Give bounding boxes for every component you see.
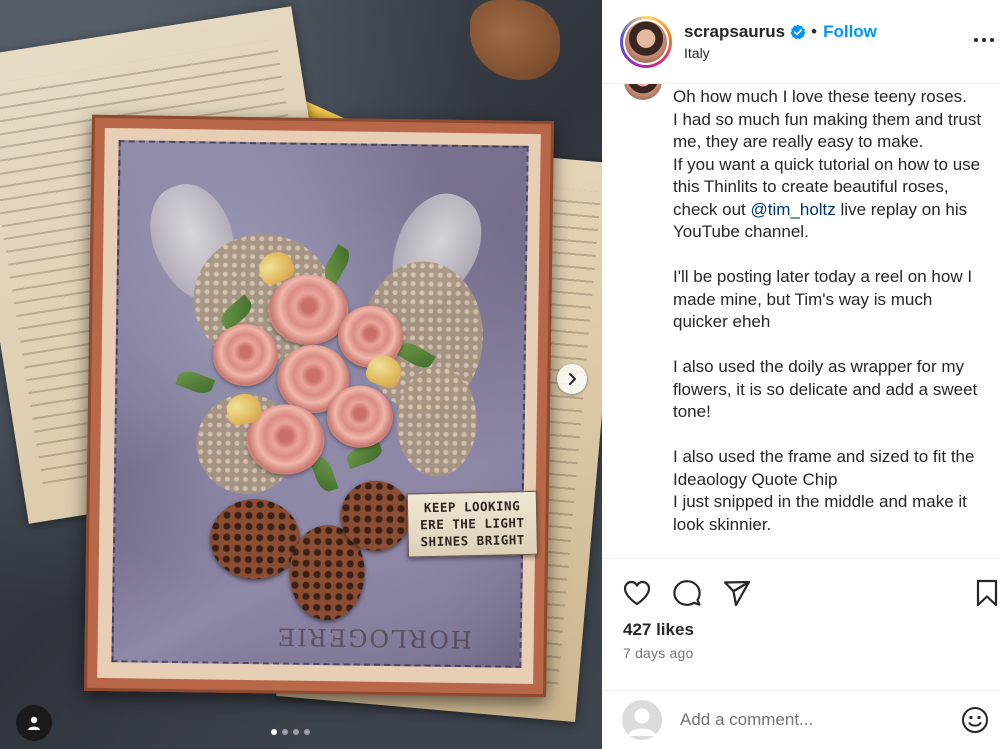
carousel-dots bbox=[271, 729, 310, 735]
post-panel: scrapsaurus • Follow Italy Oh how much I… bbox=[602, 0, 1000, 749]
post-header: scrapsaurus • Follow Italy bbox=[602, 0, 1000, 84]
figurine-prop bbox=[470, 0, 560, 80]
location-link[interactable]: Italy bbox=[684, 45, 877, 61]
bookmark-icon[interactable] bbox=[972, 578, 1000, 608]
rose bbox=[267, 274, 349, 346]
caption-avatar[interactable] bbox=[624, 84, 662, 100]
verified-badge-icon bbox=[790, 24, 806, 40]
separator-dot: • bbox=[811, 22, 818, 41]
post-media[interactable]: KEEP LOOKING ERE THE LIGHT SHINES BRIGHT… bbox=[0, 0, 602, 749]
rose bbox=[326, 385, 394, 449]
rose bbox=[212, 323, 279, 387]
heart-icon[interactable] bbox=[622, 578, 652, 608]
quote-line: SHINES BRIGHT bbox=[420, 532, 526, 550]
username-link[interactable]: scrapsaurus bbox=[684, 22, 785, 42]
carousel-next-button[interactable] bbox=[557, 364, 587, 394]
carousel-dot bbox=[304, 729, 310, 735]
paper-plane-icon[interactable] bbox=[722, 578, 752, 608]
tagged-users-button[interactable] bbox=[16, 705, 52, 741]
bow-loop bbox=[209, 498, 301, 580]
post-actions: 427 likes 7 days ago bbox=[602, 558, 1000, 690]
comment-composer bbox=[602, 690, 1000, 749]
more-options-icon[interactable] bbox=[972, 28, 996, 52]
comment-bubble-icon[interactable] bbox=[672, 578, 702, 608]
quote-chip: KEEP LOOKING ERE THE LIGHT SHINES BRIGHT bbox=[406, 490, 539, 558]
user-tag-icon bbox=[28, 716, 40, 730]
stamp-text: HORLOGERIE bbox=[275, 622, 472, 654]
leaf bbox=[175, 367, 216, 398]
bow-loop bbox=[339, 480, 411, 552]
post-timestamp[interactable]: 7 days ago bbox=[623, 645, 694, 661]
handmade-card: KEEP LOOKING ERE THE LIGHT SHINES BRIGHT… bbox=[84, 114, 554, 698]
caption-part: live replay on his YouTube channel. I'll… bbox=[673, 199, 978, 534]
carousel-dot bbox=[271, 729, 277, 735]
avatar-image bbox=[625, 20, 667, 63]
doily bbox=[396, 366, 478, 478]
card-panel: KEEP LOOKING ERE THE LIGHT SHINES BRIGHT… bbox=[111, 140, 539, 668]
follow-button[interactable]: Follow bbox=[823, 22, 877, 42]
current-user-avatar bbox=[622, 700, 662, 740]
likes-count[interactable]: 427 likes bbox=[623, 620, 694, 640]
caption-scroll-area[interactable]: Oh how much I love these teeny roses. I … bbox=[602, 84, 1000, 558]
chevron-right-icon bbox=[569, 373, 576, 385]
mention-link[interactable]: @tim_holtz bbox=[751, 200, 836, 219]
carousel-dot bbox=[293, 729, 299, 735]
avatar[interactable] bbox=[620, 15, 672, 68]
caption-text: Oh how much I love these teeny roses. I … bbox=[673, 86, 991, 536]
smiley-icon[interactable] bbox=[960, 705, 990, 735]
carousel-dot bbox=[282, 729, 288, 735]
comment-input[interactable] bbox=[680, 707, 940, 733]
